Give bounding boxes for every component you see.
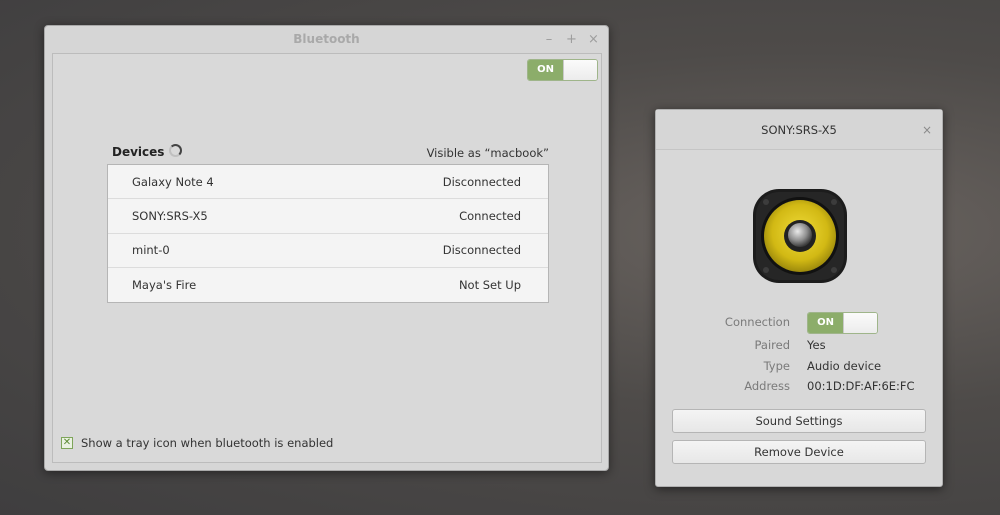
type-value: Audio device xyxy=(807,359,882,373)
speaker-icon xyxy=(753,189,847,283)
checkmark-icon: ✕ xyxy=(62,437,72,448)
device-name: SONY:SRS-X5 xyxy=(132,208,208,223)
device-status: Disconnected xyxy=(442,243,521,258)
address-row: Address 00:1D:DF:AF:6E:FC xyxy=(656,376,942,396)
remove-device-button[interactable]: Remove Device xyxy=(672,440,926,464)
address-value: 00:1D:DF:AF:6E:FC xyxy=(807,379,915,393)
paired-label: Paired xyxy=(754,338,790,352)
toggle-on-label: ON xyxy=(528,60,563,80)
bluetooth-window: Bluetooth – + × ON Devices Visible as “m… xyxy=(44,25,609,471)
toggle-on-label: ON xyxy=(808,313,843,333)
toggle-knob[interactable] xyxy=(843,313,877,333)
close-icon[interactable]: × xyxy=(922,110,932,150)
minimize-icon[interactable]: – xyxy=(544,32,554,47)
sound-settings-button[interactable]: Sound Settings xyxy=(672,409,926,433)
bluetooth-content: ON Devices Visible as “macbook” Galaxy N… xyxy=(52,53,602,463)
visible-as-label: Visible as “macbook” xyxy=(426,146,549,160)
device-status: Not Set Up xyxy=(458,277,521,292)
type-row: Type Audio device xyxy=(656,356,942,376)
tray-icon-label: Show a tray icon when bluetooth is enabl… xyxy=(81,436,334,450)
paired-row: Paired Yes xyxy=(656,335,942,355)
window-title: Bluetooth xyxy=(293,32,360,46)
device-row-mayas-fire[interactable]: Maya's Fire Not Set Up xyxy=(108,268,548,302)
device-row-galaxy-note-4[interactable]: Galaxy Note 4 Disconnected xyxy=(108,165,548,200)
connection-toggle[interactable]: ON xyxy=(807,312,878,334)
close-icon[interactable]: × xyxy=(588,32,599,47)
connection-label: Connection xyxy=(724,315,790,329)
device-name: Galaxy Note 4 xyxy=(132,174,214,189)
device-status: Connected xyxy=(459,208,521,223)
type-label: Type xyxy=(763,359,790,373)
window-controls: – + × xyxy=(544,26,599,53)
device-status: Disconnected xyxy=(442,174,521,189)
device-window: SONY:SRS-X5 × Connection ON Paired Yes T… xyxy=(655,109,943,487)
tray-icon-option[interactable]: ✕ Show a tray icon when bluetooth is ena… xyxy=(61,436,333,450)
device-name: Maya's Fire xyxy=(132,277,197,292)
toggle-knob[interactable] xyxy=(563,60,597,80)
tray-icon-checkbox[interactable]: ✕ xyxy=(61,437,73,449)
loading-spinner-icon xyxy=(169,144,182,157)
device-name: mint-0 xyxy=(132,243,170,258)
devices-heading: Devices xyxy=(112,145,165,159)
connection-row: Connection ON xyxy=(656,312,942,334)
device-row-mint-0[interactable]: mint-0 Disconnected xyxy=(108,234,548,268)
maximize-icon[interactable]: + xyxy=(566,32,577,47)
device-list: Galaxy Note 4 Disconnected SONY:SRS-X5 C… xyxy=(107,164,549,303)
paired-value: Yes xyxy=(807,338,826,352)
device-row-sony-srs-x5[interactable]: SONY:SRS-X5 Connected xyxy=(108,199,548,234)
device-window-title: SONY:SRS-X5 xyxy=(656,110,942,150)
address-label: Address xyxy=(744,379,790,393)
bluetooth-power-toggle[interactable]: ON xyxy=(527,59,598,81)
